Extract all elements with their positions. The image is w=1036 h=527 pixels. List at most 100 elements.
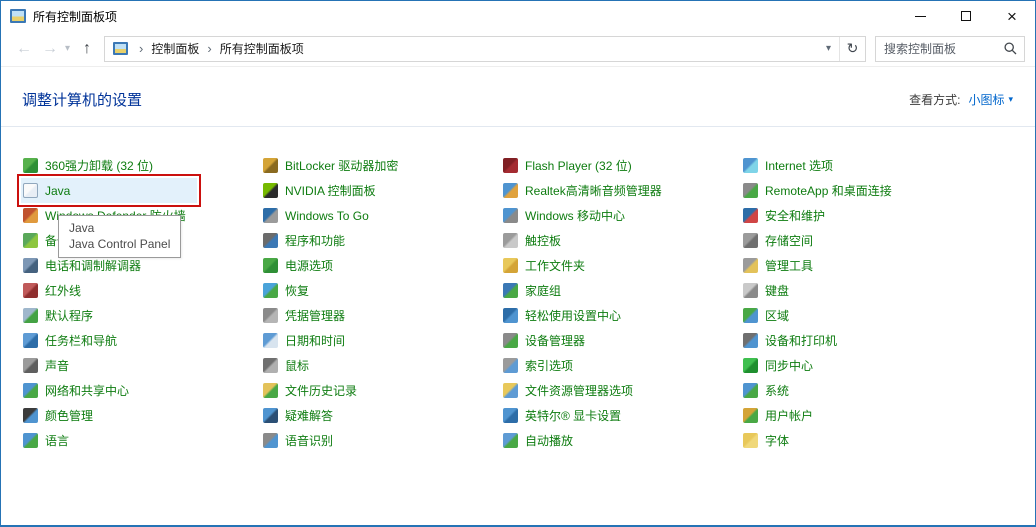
control-panel-item[interactable]: 用户帐户: [741, 403, 821, 428]
device-manager-icon: [503, 333, 518, 348]
control-panel-item[interactable]: 疑难解答: [261, 403, 341, 428]
control-panel-item[interactable]: 同步中心: [741, 353, 821, 378]
control-panel-item[interactable]: Internet 选项: [741, 153, 841, 178]
windows-to-go-icon: [263, 208, 278, 223]
control-panel-item[interactable]: 文件历史记录: [261, 378, 365, 403]
control-panel-item[interactable]: 任务栏和导航: [21, 328, 125, 353]
security-maintenance-icon: [743, 208, 758, 223]
control-panel-item[interactable]: 电源选项: [261, 253, 341, 278]
back-button[interactable]: ←: [11, 39, 37, 59]
view-by-caret-icon[interactable]: ▾: [1008, 94, 1013, 105]
search-input[interactable]: [876, 42, 1004, 56]
360-uninstall-icon: [23, 158, 38, 173]
maximize-button[interactable]: [943, 1, 989, 31]
control-panel-item[interactable]: 安全和维护: [741, 203, 833, 228]
credential-manager-icon: [263, 308, 278, 323]
control-panel-item-label: 触控板: [525, 232, 561, 249]
control-panel-item-label: 鼠标: [285, 357, 309, 374]
control-panel-item-label: 同步中心: [765, 357, 813, 374]
control-panel-item[interactable]: 字体: [741, 428, 797, 453]
control-panel-item[interactable]: 区域: [741, 303, 797, 328]
language-icon: [23, 433, 38, 448]
control-panel-item[interactable]: 索引选项: [501, 353, 581, 378]
control-panel-item[interactable]: 程序和功能: [261, 228, 353, 253]
close-button[interactable]: ×: [989, 1, 1035, 31]
control-panel-item-label: 颜色管理: [45, 407, 93, 424]
sound-icon: [23, 358, 38, 373]
control-panel-item[interactable]: 轻松使用设置中心: [501, 303, 629, 328]
breadcrumb-all-items[interactable]: 所有控制面板项: [220, 40, 304, 57]
control-panel-item-label: 存储空间: [765, 232, 813, 249]
control-panel-item[interactable]: 恢复: [261, 278, 317, 303]
control-panel-item[interactable]: 设备和打印机: [741, 328, 845, 353]
control-panel-item-label: Flash Player (32 位): [525, 157, 632, 174]
phone-modem-icon: [23, 258, 38, 273]
control-panel-item[interactable]: Windows 移动中心: [501, 203, 633, 228]
control-panel-item-label: RemoteApp 和桌面连接: [765, 182, 892, 199]
control-panel-item[interactable]: 颜色管理: [21, 403, 101, 428]
ease-of-access-icon: [503, 308, 518, 323]
control-panel-item[interactable]: 日期和时间: [261, 328, 353, 353]
control-panel-item[interactable]: 管理工具: [741, 253, 821, 278]
control-panel-item[interactable]: 网络和共享中心: [21, 378, 137, 403]
control-panel-item-label: 索引选项: [525, 357, 573, 374]
control-panel-item[interactable]: 触控板: [501, 228, 569, 253]
control-panel-item-label: 电源选项: [285, 257, 333, 274]
default-programs-icon: [23, 308, 38, 323]
control-panel-item[interactable]: 红外线: [21, 278, 89, 303]
control-panel-item[interactable]: 默认程序: [21, 303, 101, 328]
window-controls: ×: [897, 1, 1035, 31]
minimize-button[interactable]: [897, 1, 943, 31]
forward-button[interactable]: →: [37, 39, 63, 59]
control-panel-item-label: 设备和打印机: [765, 332, 837, 349]
address-bar[interactable]: › 控制面板 › 所有控制面板项 ▾ ↻: [104, 36, 866, 62]
recent-locations-chevron-icon[interactable]: ▾: [63, 41, 72, 56]
keyboard-icon: [743, 283, 758, 298]
control-panel-item-label: 凭据管理器: [285, 307, 345, 324]
control-panel-item[interactable]: NVIDIA 控制面板: [261, 178, 384, 203]
address-dropdown-chevron-icon[interactable]: ▾: [818, 43, 839, 54]
control-panel-item-label: 家庭组: [525, 282, 561, 299]
control-panel-item-label: 自动播放: [525, 432, 573, 449]
control-panel-item[interactable]: 凭据管理器: [261, 303, 353, 328]
control-panel-item[interactable]: 英特尔® 显卡设置: [501, 403, 629, 428]
control-panel-item-label: 360强力卸载 (32 位): [45, 157, 153, 174]
bitlocker-icon: [263, 158, 278, 173]
crumb-separator-icon: ›: [131, 41, 151, 56]
storage-spaces-icon: [743, 233, 758, 248]
control-panel-item[interactable]: 设备管理器: [501, 328, 593, 353]
view-by-label: 查看方式:: [909, 91, 960, 108]
control-panel-item[interactable]: Flash Player (32 位): [501, 153, 640, 178]
control-panel-item[interactable]: Java: [21, 178, 197, 203]
control-panel-item-label: 安全和维护: [765, 207, 825, 224]
refresh-button[interactable]: ↻: [839, 37, 865, 61]
control-panel-item-label: Internet 选项: [765, 157, 833, 174]
control-panel-item[interactable]: 系统: [741, 378, 797, 403]
control-panel-item[interactable]: 鼠标: [261, 353, 317, 378]
control-panel-item[interactable]: Windows To Go: [261, 203, 377, 228]
up-button[interactable]: ↑: [78, 39, 96, 59]
defender-firewall-icon: [23, 208, 38, 223]
control-panel-item[interactable]: 语音识别: [261, 428, 341, 453]
control-panel-item[interactable]: 自动播放: [501, 428, 581, 453]
control-panel-item-label: 用户帐户: [765, 407, 813, 424]
control-panel-item[interactable]: 存储空间: [741, 228, 821, 253]
control-panel-item[interactable]: 键盘: [741, 278, 797, 303]
backup-restore-icon: [23, 233, 38, 248]
user-accounts-icon: [743, 408, 758, 423]
control-panel-item[interactable]: 声音: [21, 353, 77, 378]
control-panel-item[interactable]: 语言: [21, 428, 77, 453]
administrative-tools-icon: [743, 258, 758, 273]
control-panel-item[interactable]: RemoteApp 和桌面连接: [741, 178, 900, 203]
control-panel-item[interactable]: Realtek高清晰音频管理器: [501, 178, 670, 203]
search-icon[interactable]: [1004, 42, 1017, 55]
control-panel-item[interactable]: 工作文件夹: [501, 253, 593, 278]
control-panel-item[interactable]: 家庭组: [501, 278, 569, 303]
control-panel-item[interactable]: 文件资源管理器选项: [501, 378, 641, 403]
control-panel-item[interactable]: BitLocker 驱动器加密: [261, 153, 406, 178]
control-panel-item[interactable]: 360强力卸载 (32 位): [21, 153, 161, 178]
programs-features-icon: [263, 233, 278, 248]
view-by-value[interactable]: 小图标: [968, 91, 1004, 108]
nvidia-icon: [263, 183, 278, 198]
breadcrumb-control-panel[interactable]: 控制面板: [151, 40, 199, 57]
